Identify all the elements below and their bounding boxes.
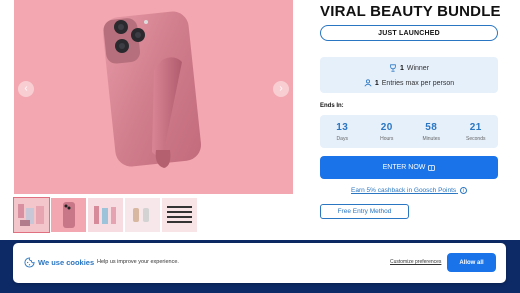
winners-row: 1 Winner (320, 64, 498, 72)
trophy-icon (390, 64, 396, 72)
days-label: Days (336, 135, 348, 142)
thumbnail-5[interactable] (162, 198, 197, 232)
cookie-banner: We use cookies Help us improve your expe… (13, 243, 506, 283)
thumbnail-line (167, 221, 192, 223)
customize-preferences-link[interactable]: Customize preferences (390, 259, 441, 265)
product-main-image (14, 0, 293, 194)
gallery-prev-button[interactable]: ‹ (18, 81, 34, 97)
enter-now-label: ENTER NOW (382, 164, 426, 171)
free-entry-button[interactable]: Free Entry Method (320, 204, 409, 219)
chevron-right-icon: › (279, 83, 283, 94)
competition-info-panel: 1 Winner 1 Entries max per person (320, 57, 498, 93)
countdown-seconds: 21 Seconds (454, 115, 499, 148)
entries-row: 1 Entries max per person (320, 79, 498, 87)
cookie-icon (24, 257, 35, 268)
thumbnail-line (167, 206, 192, 208)
product-page: ‹ › VIRAL BEAUTY BUNDLE JUST LAUNCHED 1 … (0, 0, 520, 293)
gallery-next-button[interactable]: › (273, 81, 289, 97)
thumbnail-line (167, 216, 192, 218)
countdown-minutes: 58 Minutes (409, 115, 454, 148)
status-badge: JUST LAUNCHED (320, 25, 498, 41)
seconds-value: 21 (469, 121, 482, 133)
countdown-timer: 13 Days 20 Hours 58 Minutes 21 Seconds (320, 115, 498, 148)
hours-label: Hours (380, 135, 394, 142)
thumbnail-3[interactable] (88, 198, 123, 232)
days-value: 13 (336, 121, 349, 133)
thumbnail-image (14, 198, 49, 232)
thumbnail-image (125, 198, 160, 232)
user-icon (364, 79, 372, 87)
minutes-label: Minutes (422, 135, 440, 142)
winners-count: 1 (399, 64, 404, 72)
enter-now-button[interactable]: ENTER NOW (320, 156, 498, 179)
countdown-days: 13 Days (320, 115, 365, 148)
thumbnail-strip (13, 197, 204, 233)
thumbnail-image (88, 198, 123, 232)
thumbnail-image (51, 198, 86, 232)
winners-label: Winner (406, 64, 430, 72)
cashback-link[interactable]: Earn 5% cashback in Goosch Points i (320, 187, 498, 194)
thumbnail-1[interactable] (13, 197, 50, 233)
hours-value: 20 (380, 121, 393, 133)
chevron-left-icon: ‹ (24, 83, 28, 94)
ticket-icon (428, 164, 436, 171)
entries-count: 1 (374, 79, 379, 87)
info-icon[interactable]: i (459, 187, 467, 194)
countdown-hours: 20 Hours (365, 115, 410, 148)
allow-all-button[interactable]: Allow all (447, 253, 496, 272)
thumbnail-4[interactable] (125, 198, 160, 232)
countdown-heading: Ends In: (320, 103, 344, 109)
thumbnail-2[interactable] (51, 198, 86, 232)
thumbnail-line (167, 211, 192, 213)
cookie-text: Help us improve your experience. (97, 259, 179, 265)
cashback-label: Earn 5% cashback in Goosch Points (351, 187, 457, 195)
product-title: VIRAL BEAUTY BUNDLE (320, 3, 501, 20)
minutes-value: 58 (425, 121, 438, 133)
seconds-label: Seconds (466, 135, 486, 142)
phone-case-illustration (102, 11, 202, 168)
entries-label: Entries max per person (381, 79, 455, 87)
cookie-title: We use cookies (38, 258, 95, 267)
